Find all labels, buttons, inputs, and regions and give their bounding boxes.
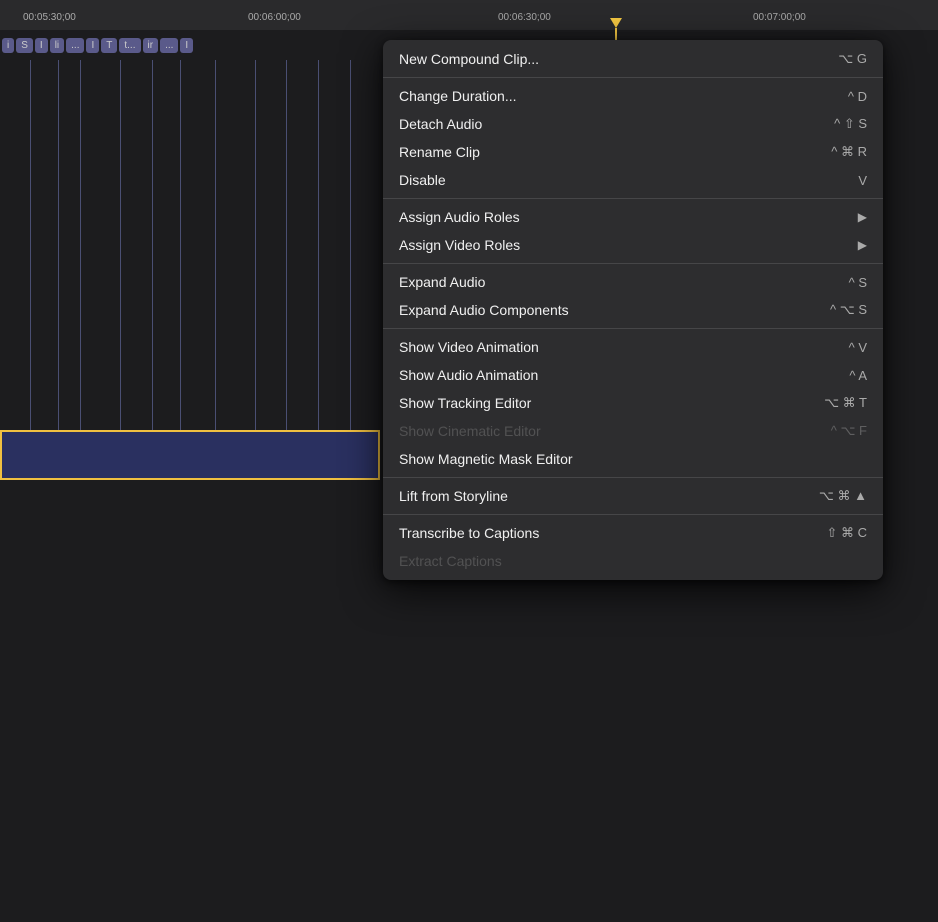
menu-item-label: Show Audio Animation [399,367,538,383]
clip-line [152,60,153,460]
menu-item-extract-captions: Extract Captions [383,547,883,575]
menu-separator [383,77,883,78]
menu-item-label: Assign Video Roles [399,237,520,253]
clip-line [318,60,319,460]
clip-line [30,60,31,460]
menu-separator [383,263,883,264]
menu-item-rename-clip[interactable]: Rename Clip ^ ⌘ R [383,138,883,166]
menu-item-detach-audio[interactable]: Detach Audio ^ ⇧ S [383,110,883,138]
timestamp-4: 00:07:00;00 [750,8,806,23]
playhead[interactable] [610,18,622,32]
menu-separator [383,198,883,199]
menu-item-label: Lift from Storyline [399,488,508,504]
menu-item-label: Show Cinematic Editor [399,423,541,439]
menu-item-shortcut: ⌥ ⌘ T [824,395,867,411]
timestamp-1: 00:05:30;00 [20,8,76,23]
menu-item-label: Show Magnetic Mask Editor [399,451,573,467]
menu-item-label: Assign Audio Roles [399,209,520,225]
clip-line [215,60,216,460]
menu-item-expand-audio-components[interactable]: Expand Audio Components ^ ⌥ S [383,296,883,324]
menu-separator [383,477,883,478]
timeline-ruler: 00:05:30;00 00:06:00;00 00:06:30;00 00:0… [0,0,938,30]
menu-item-label: Show Video Animation [399,339,539,355]
clip-lines [0,30,380,460]
selected-clip[interactable] [0,430,380,480]
menu-item-transcribe-to-captions[interactable]: Transcribe to Captions ⇧ ⌘ C [383,519,883,547]
clip-line [80,60,81,460]
menu-item-assign-video-roles[interactable]: Assign Video Roles ▶ [383,231,883,259]
menu-separator [383,328,883,329]
menu-item-label: Disable [399,172,446,188]
timestamp-3: 00:06:30;00 [495,8,551,23]
menu-item-label: Show Tracking Editor [399,395,531,411]
menu-item-show-magnetic-mask-editor[interactable]: Show Magnetic Mask Editor [383,445,883,473]
menu-item-shortcut: V [858,173,867,188]
playhead-triangle [610,18,622,28]
menu-separator [383,514,883,515]
menu-item-shortcut: ^ D [848,89,867,104]
context-menu: New Compound Clip... ⌥ G Change Duration… [383,40,883,580]
menu-item-shortcut: ^ ⌘ R [831,144,867,160]
menu-item-assign-audio-roles[interactable]: Assign Audio Roles ▶ [383,203,883,231]
menu-item-label: Extract Captions [399,553,502,569]
menu-item-lift-from-storyline[interactable]: Lift from Storyline ⌥ ⌘ ▲ [383,482,883,510]
menu-item-shortcut: ^ V [849,340,867,355]
menu-item-label: Expand Audio [399,274,485,290]
menu-item-shortcut: ^ ⇧ S [834,116,867,132]
menu-item-change-duration[interactable]: Change Duration... ^ D [383,82,883,110]
submenu-arrow-icon: ▶ [858,210,867,224]
menu-item-shortcut: ^ A [849,368,867,383]
menu-item-label: Change Duration... [399,88,517,104]
menu-item-shortcut: ⌥ G [838,51,867,67]
menu-item-label: Expand Audio Components [399,302,569,318]
menu-item-shortcut: ^ ⌥ F [831,423,867,439]
clip-line [180,60,181,460]
clip-line [120,60,121,460]
menu-item-label: Transcribe to Captions [399,525,539,541]
menu-item-label: Detach Audio [399,116,482,132]
menu-item-shortcut: ⌥ ⌘ ▲ [819,488,867,504]
clip-line [350,60,351,460]
menu-item-show-tracking-editor[interactable]: Show Tracking Editor ⌥ ⌘ T [383,389,883,417]
menu-item-expand-audio[interactable]: Expand Audio ^ S [383,268,883,296]
clip-line [286,60,287,460]
menu-item-show-cinematic-editor: Show Cinematic Editor ^ ⌥ F [383,417,883,445]
track-area [0,485,380,922]
menu-item-label: New Compound Clip... [399,51,539,67]
clip-line [255,60,256,460]
timestamp-2: 00:06:00;00 [245,8,301,23]
menu-item-disable[interactable]: Disable V [383,166,883,194]
menu-item-shortcut: ⇧ ⌘ C [826,525,867,541]
submenu-arrow-icon: ▶ [858,238,867,252]
menu-item-shortcut: ^ S [849,275,867,290]
menu-item-new-compound-clip[interactable]: New Compound Clip... ⌥ G [383,45,883,73]
menu-item-shortcut: ^ ⌥ S [830,302,867,318]
clip-line [58,60,59,460]
menu-item-label: Rename Clip [399,144,480,160]
menu-item-show-audio-animation[interactable]: Show Audio Animation ^ A [383,361,883,389]
menu-item-show-video-animation[interactable]: Show Video Animation ^ V [383,333,883,361]
